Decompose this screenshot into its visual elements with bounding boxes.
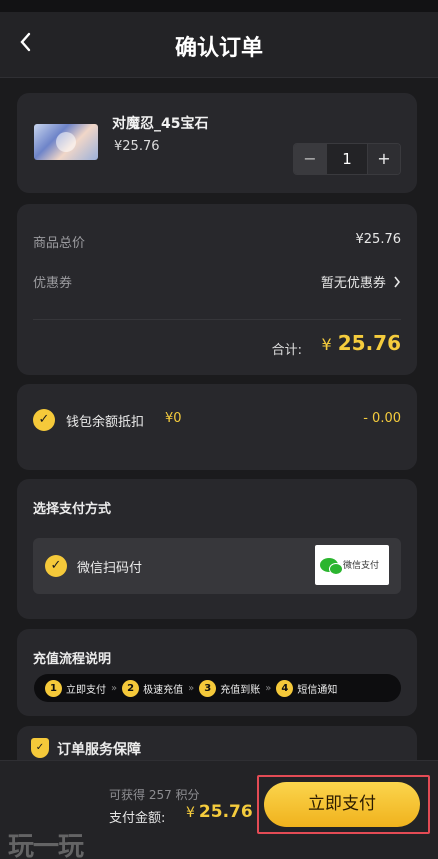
wechat-icon	[320, 558, 343, 575]
pay-amount-value: ¥25.76	[186, 802, 253, 822]
payment-option-label: 微信扫码付	[77, 561, 143, 576]
wallet-deduction: - 0.00	[363, 411, 401, 426]
product-name: 对魔忍_45宝石	[112, 116, 209, 132]
price-summary-card: 商品总价 ¥25.76 优惠券 暂无优惠券 合计: ¥25.76	[17, 204, 417, 375]
coupon-selector[interactable]: 暂无优惠券	[321, 272, 401, 291]
wechat-pay-logo: 微信支付	[315, 545, 389, 585]
wallet-card[interactable]: ✓ 钱包余额抵扣 ¥0 - 0.00	[17, 384, 417, 470]
wallet-check-icon[interactable]: ✓	[33, 409, 55, 431]
step-arrow-icon: »	[111, 682, 118, 694]
total-price-label: 商品总价	[33, 236, 86, 251]
flow-steps: 1 立即支付 » 2 极速充值 » 3 充值到账 » 4 短信通知	[34, 674, 401, 702]
grand-total-currency: ¥	[321, 335, 332, 354]
product-price: ¥25.76	[114, 139, 160, 154]
watermark-logo: 玩一玩	[8, 832, 84, 859]
wallet-label: 钱包余额抵扣	[66, 415, 145, 430]
step-number: 1	[45, 679, 62, 697]
step-arrow-icon: »	[265, 682, 272, 694]
flow-section-title: 充值流程说明	[33, 652, 112, 667]
coupon-label: 优惠券	[33, 276, 73, 291]
top-strip	[0, 0, 438, 12]
step-label: 极速充值	[143, 684, 184, 696]
step-label: 立即支付	[66, 684, 106, 696]
chevron-right-icon	[394, 276, 401, 288]
quantity-value[interactable]: 1	[326, 144, 368, 174]
product-thumbnail	[34, 124, 98, 160]
total-price-value: ¥25.76	[355, 232, 402, 247]
wechat-pay-logo-text: 微信支付	[343, 561, 380, 571]
points-info: 可获得 257 积分	[109, 788, 200, 802]
guarantee-title: 订单服务保障	[57, 742, 141, 758]
recharge-flow-card: 充值流程说明 1 立即支付 » 2 极速充值 » 3 充值到账 » 4 短信通知	[17, 629, 417, 716]
shield-check-icon: ✓	[31, 738, 49, 758]
coupon-value: 暂无优惠券	[320, 276, 386, 291]
step-number: 2	[122, 679, 140, 697]
decrease-button[interactable]: −	[294, 144, 326, 174]
product-card: 对魔忍_45宝石 ¥25.76 − 1 +	[17, 93, 417, 193]
payment-option-wechat[interactable]: ✓ 微信扫码付 微信支付	[33, 538, 401, 594]
step-number: 3	[199, 679, 217, 697]
pay-amount-currency: ¥	[186, 805, 195, 821]
step-label: 短信通知	[297, 684, 338, 696]
pay-amount-number: 25.76	[198, 802, 253, 822]
header-bar: 确认订单	[0, 12, 438, 78]
step-arrow-icon: »	[188, 682, 195, 694]
increase-button[interactable]: +	[368, 144, 400, 174]
summary-divider	[33, 319, 401, 320]
page-title: 确认订单	[174, 36, 263, 61]
grand-total-value: ¥25.76	[322, 331, 401, 355]
wallet-amount: ¥0	[165, 411, 182, 426]
payment-check-icon[interactable]: ✓	[45, 555, 67, 577]
grand-total-amount: 25.76	[337, 331, 401, 355]
payment-method-card: 选择支付方式 ✓ 微信扫码付 微信支付	[17, 479, 417, 619]
step-number: 4	[276, 679, 294, 697]
payment-section-title: 选择支付方式	[33, 502, 112, 517]
grand-total-label: 合计:	[271, 343, 302, 358]
step-label: 充值到账	[220, 684, 261, 696]
pay-amount-label: 支付金额:	[109, 811, 166, 826]
pay-now-button[interactable]: 立即支付	[264, 782, 420, 827]
quantity-stepper: − 1 +	[293, 143, 401, 175]
